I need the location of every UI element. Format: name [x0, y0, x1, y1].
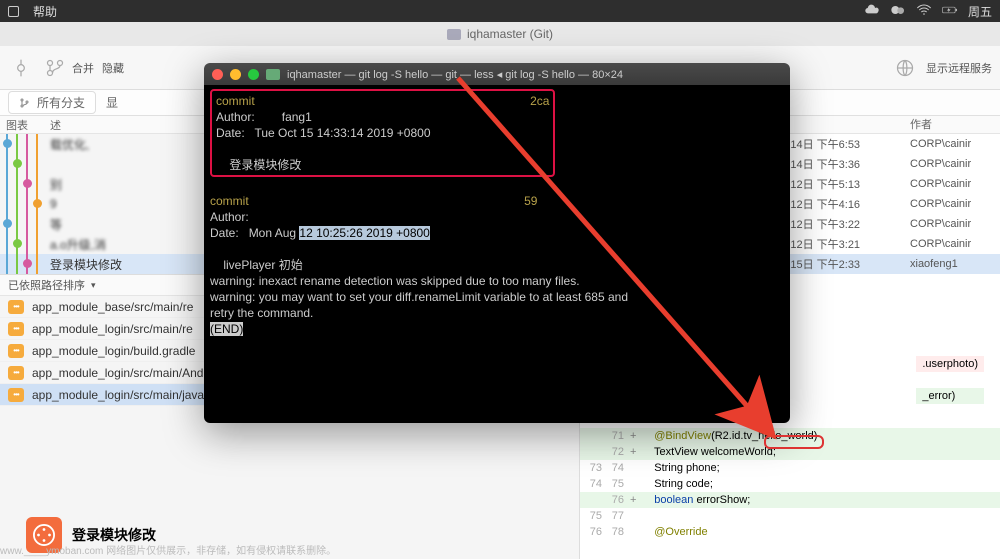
cloud-icon[interactable]: [864, 3, 880, 20]
file-icon: •••: [8, 388, 24, 402]
diff-line: 76+ boolean errorShow;: [580, 492, 1000, 508]
col-author-header: 作者: [910, 116, 1000, 133]
diff-line: 7475 String code;: [580, 476, 1000, 492]
branch-show-label: 显: [106, 94, 118, 111]
diff-line: 7374 String phone;: [580, 460, 1000, 476]
file-icon: •••: [8, 344, 24, 358]
folder-icon: [447, 29, 461, 40]
commit-highlight-box: commit ████████████████████████████████2…: [210, 89, 555, 177]
app-icon: [8, 6, 19, 17]
traffic-min-icon[interactable]: [230, 69, 241, 80]
terminal-window: iqhamaster — git log -S hello — git — le…: [204, 63, 790, 423]
diff-add-text: _error): [922, 390, 955, 402]
window-title: iqhamaster (Git): [467, 27, 553, 41]
diff-del-text: userphoto): [925, 358, 978, 370]
file-icon: •••: [8, 322, 24, 336]
toolbar-merge-label: 合并: [72, 60, 94, 76]
col-graph: 图表: [0, 117, 50, 133]
diff-line: 7678 @Override: [580, 524, 1000, 540]
watermark-text: www.____ymoban.com 网络图片仅供展示，非存储，如有侵权请联系删…: [0, 542, 336, 557]
file-icon: •••: [8, 300, 24, 314]
wifi-icon[interactable]: [916, 3, 932, 20]
terminal-title: iqhamaster — git log -S hello — git — le…: [287, 68, 623, 81]
window-titlebar: iqhamaster (Git): [0, 22, 1000, 46]
traffic-close-icon[interactable]: [212, 69, 223, 80]
sort-label[interactable]: 已依照路径排序: [8, 277, 85, 293]
toolbar-hide-label: 隐藏: [102, 60, 124, 76]
clock-day: 周五: [968, 3, 992, 20]
terminal-folder-icon: [266, 69, 280, 80]
commit-icon[interactable]: [8, 55, 34, 81]
branch-selector[interactable]: 所有分支: [8, 91, 96, 114]
file-icon: •••: [8, 366, 24, 380]
traffic-max-icon[interactable]: [248, 69, 259, 80]
branch-all-label: 所有分支: [37, 94, 85, 111]
macos-menubar: 帮助 周五: [0, 0, 1000, 22]
toolbar-remote-label: 显示远程服务: [926, 60, 992, 76]
terminal-body[interactable]: commit ████████████████████████████████2…: [204, 85, 790, 423]
terminal-titlebar[interactable]: iqhamaster — git log -S hello — git — le…: [204, 63, 790, 85]
diff-line: 7577: [580, 508, 1000, 524]
wechat-icon[interactable]: [890, 3, 906, 20]
menu-help[interactable]: 帮助: [33, 3, 57, 20]
remote-icon[interactable]: [892, 55, 918, 81]
annotation-circle: [764, 435, 824, 449]
branch-icon[interactable]: [42, 55, 68, 81]
battery-icon[interactable]: [942, 3, 958, 20]
